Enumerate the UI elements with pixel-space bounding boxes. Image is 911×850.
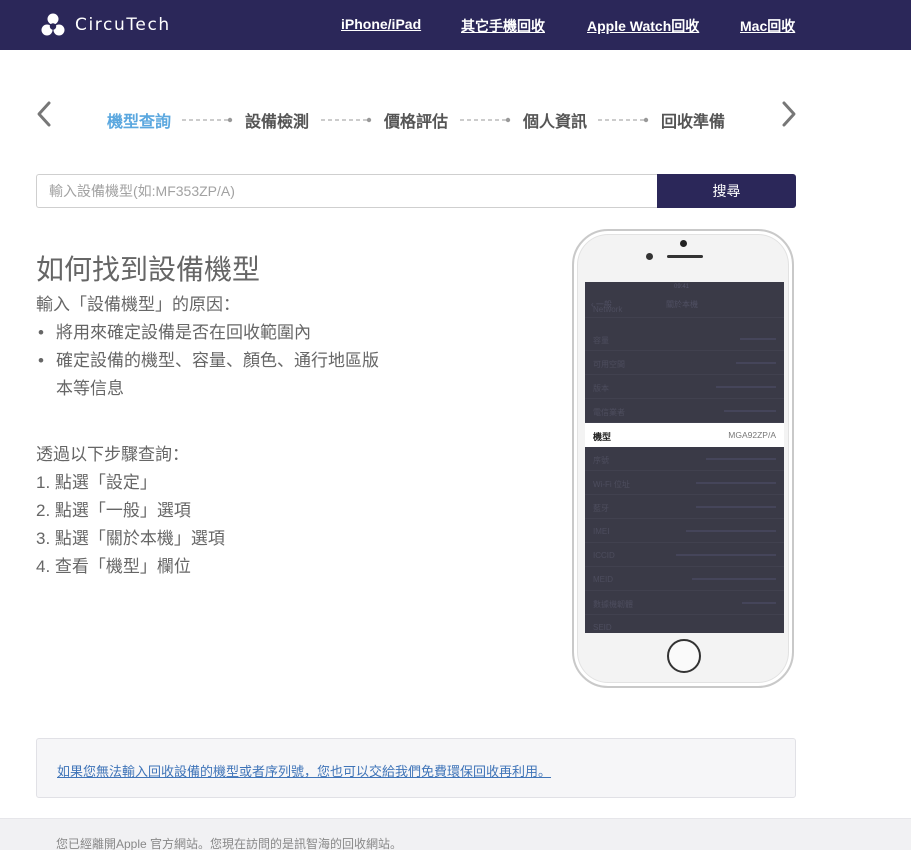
nav-link-iphone-ipad[interactable]: iPhone/iPad [341, 16, 421, 32]
settings-row: MEID [585, 567, 784, 591]
iphone-illustration: 09:41 ‹ 一般 關於本機 Network 容量 可用空間 版本 電信業者 … [572, 229, 794, 688]
step-model-query[interactable]: 機型查詢 [107, 108, 171, 132]
settings-row-label: 序號 [593, 456, 609, 465]
step-arrow-icon [182, 117, 233, 123]
earpiece-speaker [667, 255, 703, 258]
step-arrow-icon [321, 117, 372, 123]
settings-row-value [696, 482, 776, 484]
settings-row-value [716, 386, 776, 388]
settings-row: 容量 [585, 327, 784, 351]
settings-row-label: Network [593, 305, 623, 314]
settings-row-value [692, 578, 776, 580]
settings-row: ICCID [585, 543, 784, 567]
settings-row: 版本 [585, 375, 784, 399]
chevron-left-icon[interactable] [33, 100, 57, 128]
howto-title: 如何找到設備機型 [36, 254, 261, 285]
settings-row-value [706, 458, 776, 460]
front-camera [680, 240, 687, 247]
settings-row-label: 版本 [593, 384, 609, 393]
step-recycle-preparation: 回收準備 [661, 114, 726, 131]
settings-row-value [740, 338, 776, 340]
brand-name: CircuTech [75, 15, 171, 35]
settings-row-label: 電信業者 [593, 408, 625, 417]
settings-row-value [676, 554, 776, 556]
settings-row-label: Wi-Fi 位址 [593, 480, 630, 489]
reason-heading: 輸入「設備機型」的原因： [36, 295, 240, 314]
nav-link-mac[interactable]: Mac回收 [740, 16, 795, 36]
settings-row: Network [585, 304, 784, 318]
settings-row-value [736, 362, 776, 364]
howto-step: 3. 點選「關於本機」選項 [36, 529, 225, 548]
settings-row-value [696, 506, 776, 508]
settings-row: Wi-Fi 位址 [585, 471, 784, 495]
chevron-right-icon[interactable] [776, 100, 800, 128]
steps-heading: 透過以下步驟查詢： [36, 445, 189, 464]
reason-item: 確定設備的機型、容量、顏色、通行地區版 [56, 351, 379, 370]
settings-row-label: IMEI [593, 527, 610, 536]
settings-row: 電信業者 [585, 399, 784, 423]
phone-status-bar: 09:41 [585, 282, 784, 292]
settings-row-label: 數據機韌體 [593, 600, 633, 609]
phone-screen: 09:41 ‹ 一般 關於本機 Network 容量 可用空間 版本 電信業者 … [585, 282, 784, 633]
settings-row: 可用空間 [585, 351, 784, 375]
howto-step: 4. 查看「機型」欄位 [36, 557, 191, 576]
model-search-input[interactable] [36, 174, 658, 208]
step-arrow-icon [460, 117, 511, 123]
howto-step: 1. 點選「設定」 [36, 473, 157, 492]
footer: 您已經離開Apple 官方網站。您現在訪問的是訊智海的回收網站。 [0, 818, 911, 850]
settings-row: IMEI [585, 519, 784, 543]
settings-row: SEID [585, 615, 784, 633]
free-recycle-link[interactable]: 如果您無法輸入回收設備的機型或者序列號，您也可以交給我們免費環保回收再利用。 [57, 761, 551, 780]
nav-link-other-phones[interactable]: 其它手機回收 [461, 16, 545, 36]
model-number-value: MGA92ZP/A [728, 430, 776, 440]
home-button [667, 639, 701, 673]
nav-link-apple-watch[interactable]: Apple Watch回收 [587, 16, 699, 36]
step-arrow-icon [598, 117, 649, 123]
settings-row-label: ICCID [593, 551, 615, 560]
settings-row: 序號 [585, 447, 784, 471]
notice-box: 如果您無法輸入回收設備的機型或者序列號，您也可以交給我們免費環保回收再利用。 [36, 738, 796, 798]
settings-row-label: MEID [593, 575, 613, 584]
footer-disclaimer: 您已經離開Apple 官方網站。您現在訪問的是訊智海的回收網站。 [56, 837, 403, 850]
top-navigation-bar: CircuTech iPhone/iPad 其它手機回收 Apple Watch… [0, 0, 911, 50]
settings-row-value [724, 410, 776, 412]
step-price-evaluation: 價格評估 [384, 114, 449, 131]
bullet-dot: • [38, 323, 44, 342]
settings-row-label: SEID [593, 623, 612, 632]
triple-circle-logo-icon [41, 13, 65, 36]
howto-step: 2. 點選「一般」選項 [36, 501, 191, 520]
step-device-check: 設備檢測 [245, 114, 310, 131]
proximity-sensor [646, 253, 653, 260]
settings-row-model-highlighted: 機型 MGA92ZP/A [585, 423, 784, 447]
settings-row-value [686, 530, 776, 532]
settings-row: 藍牙 [585, 495, 784, 519]
reason-item: 將用來確定設備是否在回收範圍內 [56, 323, 311, 342]
reason-item-continued: 本等信息 [56, 379, 124, 398]
phone-status-time: 09:41 [674, 284, 690, 290]
brand[interactable]: CircuTech [40, 12, 171, 38]
settings-row-label: 容量 [593, 336, 609, 345]
settings-row-label: 藍牙 [593, 504, 609, 513]
settings-row-label: 可用空間 [593, 360, 625, 369]
search-button[interactable]: 搜尋 [657, 174, 796, 208]
settings-row-label: 機型 [593, 432, 612, 442]
step-personal-info: 個人資訊 [523, 114, 588, 131]
bullet-dot: • [38, 351, 44, 370]
settings-row: 數據機韌體 [585, 591, 784, 615]
settings-row-value [742, 602, 776, 604]
